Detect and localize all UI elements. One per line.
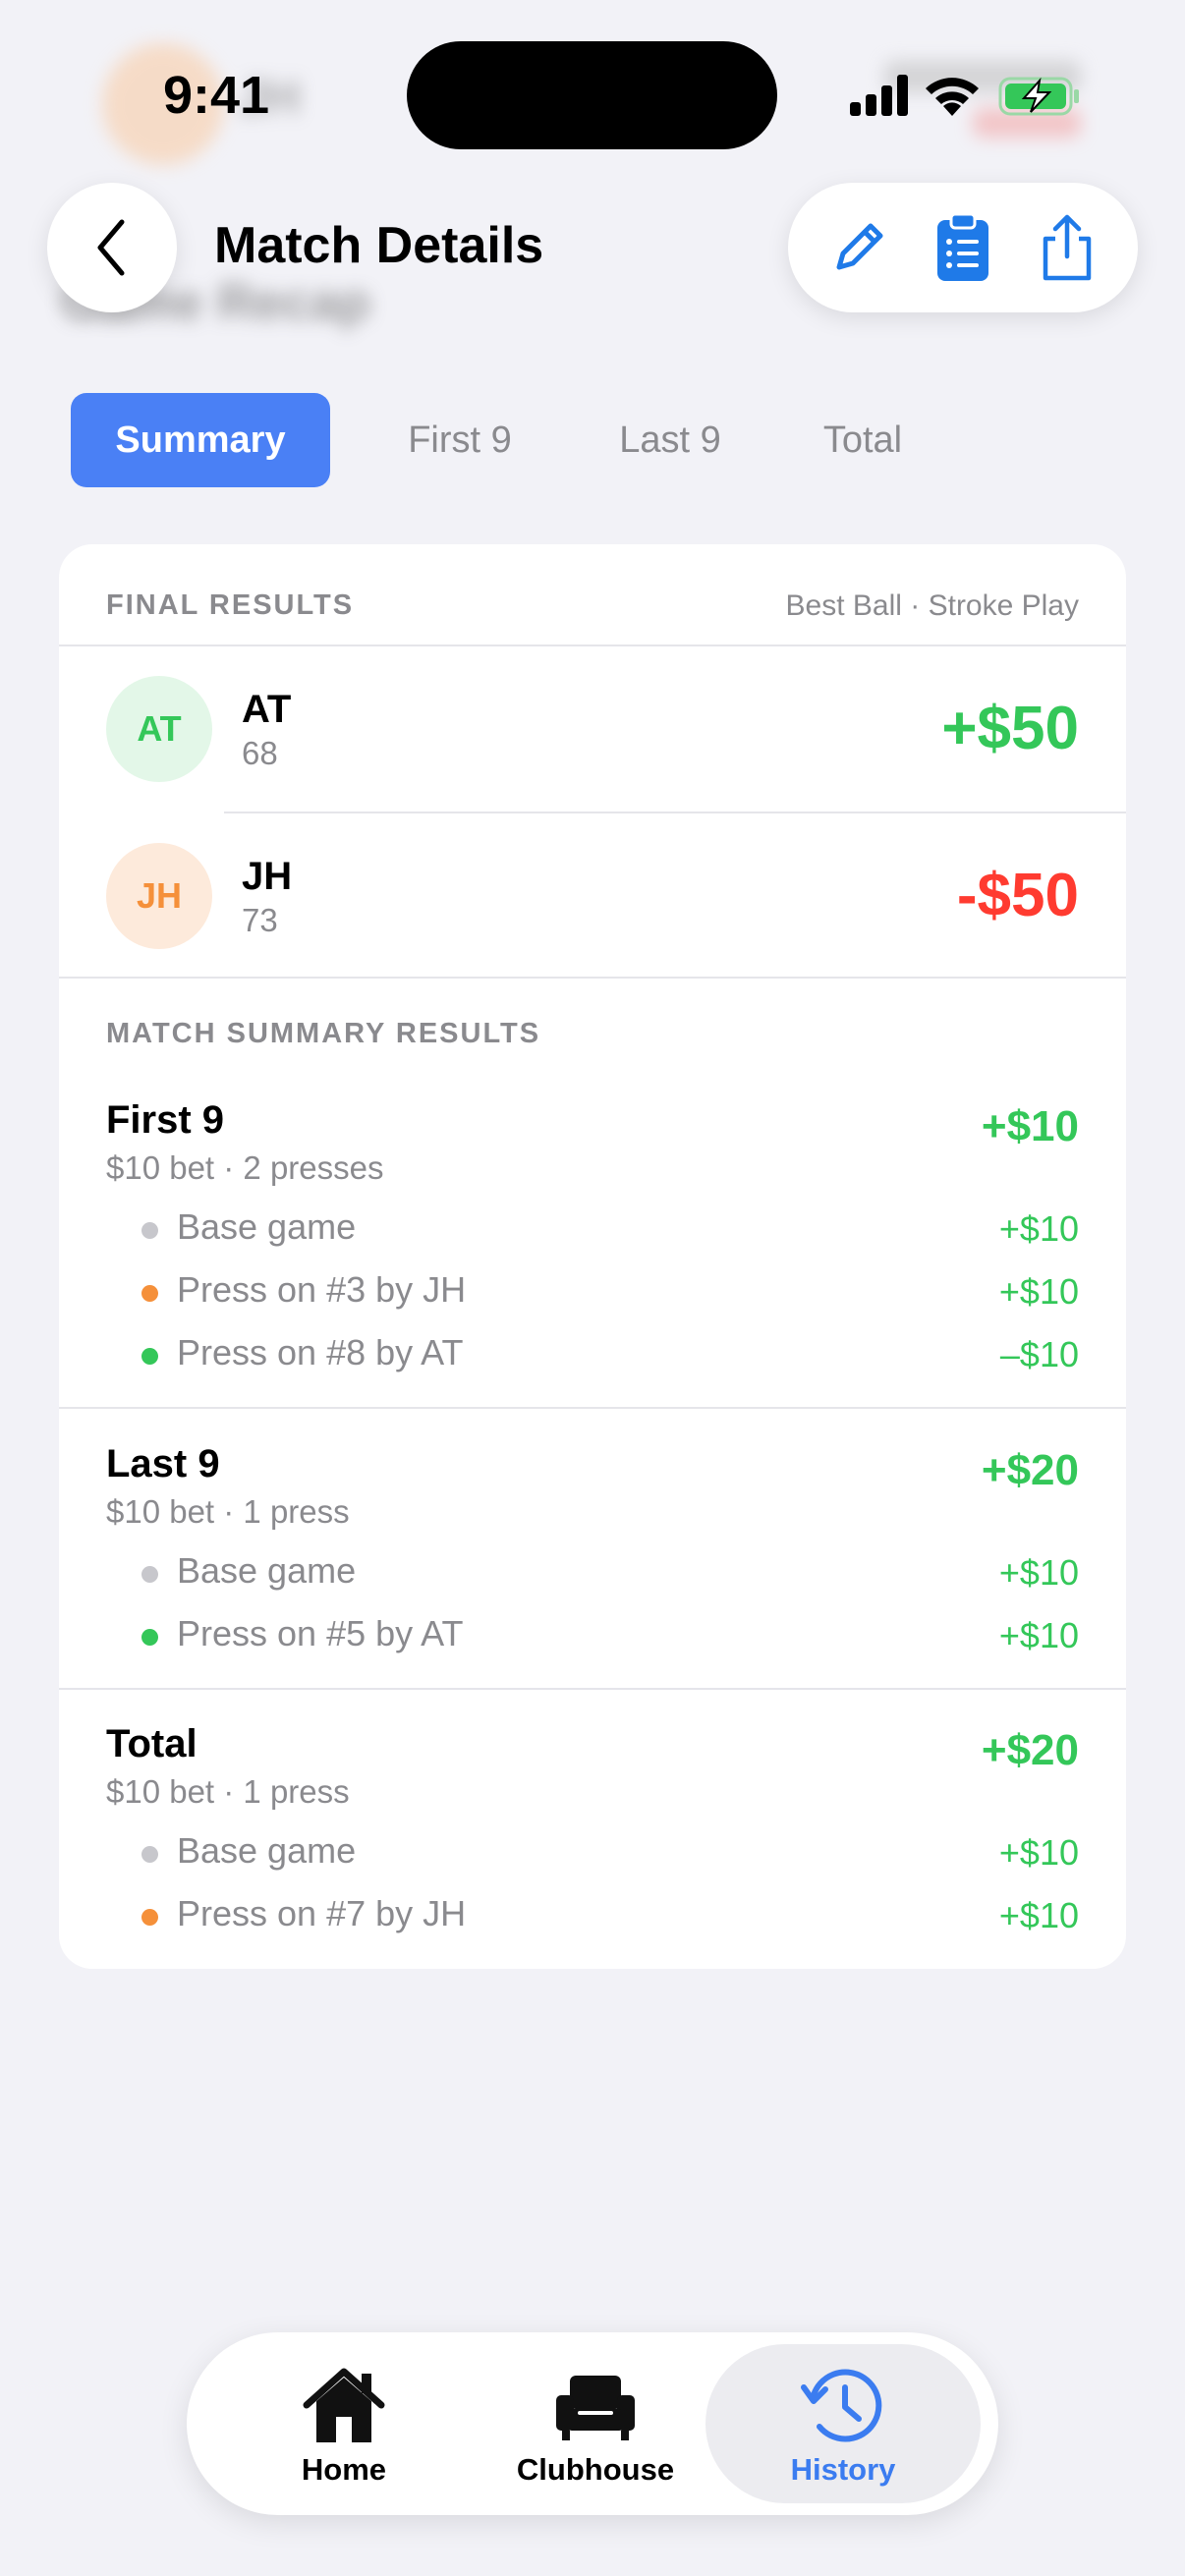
status-bar: 9:41 — [0, 0, 1185, 187]
player-amount: +$50 — [941, 695, 1079, 762]
list-item: Press on #5 by AT +$10 — [141, 1613, 1079, 1660]
item-value: +$10 — [998, 1208, 1079, 1249]
armchair-icon — [556, 2376, 635, 2440]
segment-tabs: Summary First 9 Last 9 Total — [71, 393, 1114, 487]
back-button[interactable] — [47, 183, 177, 312]
list-item: Press on #7 by JH +$10 — [141, 1893, 1079, 1940]
results-card: FINAL RESULTS Best Ball · Stroke Play AT… — [59, 544, 1126, 1969]
segment-title: Total — [106, 1722, 198, 1765]
tab-summary[interactable]: Summary — [71, 393, 330, 487]
tab-total[interactable]: Total — [782, 393, 943, 487]
segment-subtitle: $10 bet · 1 press — [106, 1773, 350, 1810]
item-value: +$10 — [998, 1615, 1079, 1655]
status-dot — [141, 1629, 158, 1646]
item-label: Base game — [177, 1206, 357, 1247]
divider — [59, 977, 1126, 979]
avatar: AT — [106, 676, 212, 782]
status-dot — [141, 1846, 158, 1863]
segment-subtitle: $10 bet · 1 press — [106, 1493, 350, 1530]
item-value: +$10 — [998, 1895, 1079, 1935]
tab-bar-clubhouse[interactable]: Clubhouse — [458, 2344, 733, 2503]
item-label: Press on #5 by AT — [177, 1613, 464, 1653]
item-value: +$10 — [998, 1832, 1079, 1873]
status-dot — [141, 1222, 158, 1239]
pencil-icon — [836, 223, 883, 270]
divider — [59, 1688, 1126, 1690]
status-dot — [141, 1566, 158, 1583]
player-amount: -$50 — [956, 862, 1079, 929]
tab-bar-label: Home — [301, 2452, 387, 2487]
dynamic-island — [407, 41, 777, 149]
battery-charging-icon — [998, 77, 1079, 116]
player-name: AT — [242, 688, 292, 731]
tab-first-9[interactable]: First 9 — [362, 393, 558, 487]
segment-subtitle: $10 bet · 2 presses — [106, 1149, 384, 1186]
segment-total: +$10 — [981, 1102, 1079, 1150]
list-item: Base game +$10 — [141, 1550, 1079, 1597]
tab-bar-home[interactable]: Home — [206, 2344, 481, 2503]
page-title: Match Details — [214, 217, 544, 274]
tab-bar-label: History — [790, 2452, 896, 2487]
match-summary-label: MATCH SUMMARY RESULTS — [106, 1018, 541, 1049]
action-button-group — [788, 183, 1138, 312]
house-icon — [303, 2368, 385, 2442]
clipboard-button[interactable] — [922, 206, 1004, 289]
segment-title: First 9 — [106, 1098, 225, 1142]
item-label: Base game — [177, 1550, 357, 1591]
tab-bar: Home Clubhouse History — [187, 2332, 998, 2515]
item-label: Base game — [177, 1830, 357, 1871]
item-value: –$10 — [999, 1334, 1079, 1374]
item-label: Press on #7 by JH — [177, 1893, 467, 1933]
item-value: +$10 — [998, 1271, 1079, 1312]
chevron-left-icon — [97, 219, 125, 276]
player-score: 68 — [242, 735, 278, 771]
clock-history-icon — [801, 2369, 882, 2442]
wifi-icon — [926, 78, 979, 116]
status-dot — [141, 1285, 158, 1302]
segment-total: +$20 — [981, 1446, 1079, 1494]
item-label: Press on #3 by JH — [177, 1269, 467, 1310]
status-dot — [141, 1348, 158, 1365]
list-item: Press on #3 by JH +$10 — [141, 1269, 1079, 1316]
cellular-signal-icon — [850, 75, 909, 116]
edit-button[interactable] — [818, 206, 900, 289]
final-results-label: FINAL RESULTS — [106, 589, 355, 621]
tab-bar-history[interactable]: History — [705, 2344, 981, 2503]
clipboard-list-icon — [937, 212, 988, 281]
status-dot — [141, 1909, 158, 1926]
item-value: +$10 — [998, 1552, 1079, 1593]
list-item: Base game +$10 — [141, 1830, 1079, 1877]
list-item: Press on #8 by AT –$10 — [141, 1332, 1079, 1379]
tab-last-9[interactable]: Last 9 — [574, 393, 766, 487]
avatar: JH — [106, 843, 212, 949]
list-item: Base game +$10 — [141, 1206, 1079, 1254]
game-type-label: Best Ball · Stroke Play — [785, 589, 1079, 622]
segment-title: Last 9 — [106, 1442, 220, 1485]
segment-total: +$20 — [981, 1726, 1079, 1774]
divider — [224, 812, 1126, 813]
share-icon — [1043, 214, 1092, 281]
divider — [59, 1407, 1126, 1409]
player-name: JH — [242, 855, 293, 898]
player-score: 73 — [242, 902, 278, 938]
share-button[interactable] — [1026, 206, 1108, 289]
divider — [59, 644, 1126, 646]
item-label: Press on #8 by AT — [177, 1332, 464, 1372]
status-time: 9:41 — [163, 66, 270, 125]
tab-bar-label: Clubhouse — [516, 2452, 675, 2487]
